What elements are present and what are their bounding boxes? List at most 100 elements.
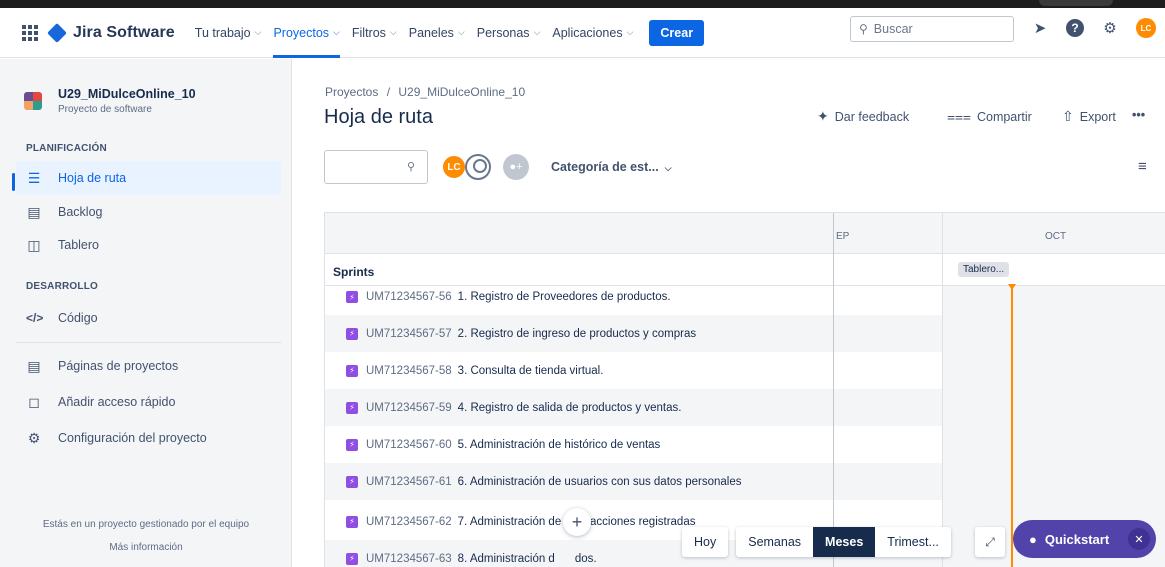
nav-aplicaciones[interactable]: Aplicaciones ⌵: [552, 8, 633, 58]
help-icon[interactable]: ?: [1066, 19, 1084, 37]
close-icon[interactable]: ✕: [1128, 528, 1150, 550]
list-item[interactable]: ⚡ UM71234567-57 2. Registro de ingreso de …: [325, 315, 1165, 352]
issue-key[interactable]: UM71234567-59: [366, 402, 452, 414]
chevron-down-icon: ⌵: [254, 27, 262, 37]
breadcrumb-projects[interactable]: Proyectos: [325, 85, 378, 99]
epic-icon: ⚡: [346, 291, 358, 303]
issue-summary: 5. Administración de histórico de ventas: [457, 438, 661, 451]
breadcrumb-project[interactable]: U29_MiDulceOnline_10: [398, 85, 525, 99]
nav-tu-trabajo[interactable]: Tu trabajo ⌵: [195, 8, 262, 58]
nav-proyectos[interactable]: Proyectos ⌵: [273, 8, 341, 58]
breadcrumb: Proyectos / U29_MiDulceOnline_10: [325, 85, 525, 99]
roadmap-search-input[interactable]: ⚲: [324, 150, 428, 184]
code-icon: </>: [26, 311, 44, 325]
filter-avatar-lc[interactable]: LC: [441, 154, 467, 180]
jira-diamond-icon: [47, 22, 67, 43]
issue-summary: 2. Registro de ingreso de productos y co…: [457, 327, 697, 340]
issue-key[interactable]: UM71234567-60: [366, 439, 452, 451]
list-item[interactable]: ⚡ UM71234567-58 3. Consulta de tienda virt…: [325, 352, 1165, 389]
section-planning: PLANIFICACIÓN: [26, 143, 107, 154]
issue-key[interactable]: UM71234567-62: [366, 516, 452, 528]
today-marker: [1011, 286, 1013, 567]
timescale-switcher: Semanas Meses Trimest...: [736, 527, 951, 557]
timescale-months[interactable]: Meses: [813, 527, 876, 557]
nav-paneles[interactable]: Paneles ⌵: [409, 8, 465, 58]
issue-key[interactable]: UM71234567-57: [366, 328, 452, 340]
sidebar-item-label: Backlog: [58, 205, 103, 219]
settings-gear-icon[interactable]: ⚙: [1100, 18, 1120, 38]
user-avatar[interactable]: LC: [1136, 18, 1156, 38]
create-button[interactable]: Crear: [649, 19, 705, 46]
chevron-down-icon: ⌵: [533, 27, 541, 37]
timescale-quarters[interactable]: Trimest...: [875, 527, 951, 557]
app-switcher-icon[interactable]: [20, 23, 40, 43]
roadmap-timeline: EP OCT Sprints Tablero... ⚡ UM71234567-56…: [324, 212, 1165, 567]
nav-label: Filtros: [351, 25, 386, 40]
chevron-down-icon: ⌵: [333, 27, 340, 37]
issue-summary: 1. Registro de Proveedores de productos.: [457, 291, 671, 303]
epic-icon: ⚡: [346, 438, 358, 451]
nav-label: Aplicaciones: [552, 25, 623, 40]
today-button[interactable]: Hoy: [682, 527, 729, 557]
quickstart-label: Quickstart: [1044, 531, 1110, 547]
export-button[interactable]: ⇧ Export: [1062, 108, 1116, 125]
issue-key[interactable]: UM71234567-61: [366, 476, 452, 488]
sidebar-item-project-settings[interactable]: ⚙ Configuración del proyecto: [16, 421, 281, 455]
list-item[interactable]: ⚡ UM71234567-60 5. Administración de histó…: [325, 426, 1165, 463]
breadcrumb-separator: /: [386, 85, 391, 99]
notifications-icon[interactable]: ➤: [1030, 18, 1050, 38]
chevron-down-icon: ⌵: [626, 27, 634, 37]
sprints-row: [325, 254, 1165, 286]
feedback-button[interactable]: ✦ Dar feedback: [817, 108, 909, 125]
sidebar-item-project-pages[interactable]: ▤ Páginas de proyectos: [16, 349, 281, 383]
share-icon: ⩶: [947, 108, 971, 124]
chevron-down-icon: ⌵: [664, 163, 672, 173]
fullscreen-icon[interactable]: ⤢: [975, 527, 1005, 557]
issue-key[interactable]: UM71234567-58: [366, 365, 452, 377]
create-issue-button[interactable]: +: [563, 508, 591, 536]
sidebar-item-add-shortcut[interactable]: ◻ Añadir acceso rápido: [16, 385, 281, 419]
list-item[interactable]: ⚡ UM71234567-61 6. Administración de usuar…: [325, 463, 1165, 500]
timeline-header: [325, 213, 1165, 254]
learn-more-link[interactable]: Más información: [0, 542, 292, 553]
issue-key[interactable]: UM71234567-63: [366, 553, 452, 565]
search-input[interactable]: ⚲ Buscar: [850, 16, 1014, 42]
section-development: DESARROLLO: [26, 281, 98, 292]
board-icon: ◫: [27, 236, 41, 253]
epic-icon: ⚡: [346, 475, 358, 488]
sprint-chip[interactable]: Tablero...: [958, 262, 1010, 277]
issue-summary-tail: dos.: [574, 552, 597, 565]
top-right-icons: ➤ ? ⚙ LC: [1030, 18, 1156, 38]
sidebar-item-roadmap[interactable]: ☰ Hoja de ruta: [16, 161, 281, 195]
issue-summary: 4. Registro de salida de productos y ven…: [457, 401, 682, 414]
status-category-filter[interactable]: Categoría de est... ⌵: [551, 160, 672, 174]
lightbulb-icon: ●: [1029, 531, 1037, 547]
month-label-sep: EP: [836, 231, 850, 242]
nav-filtros[interactable]: Filtros ⌵: [352, 8, 397, 58]
jira-logo[interactable]: Jira Software: [47, 22, 175, 43]
quickstart-button[interactable]: ● Quickstart ✕: [1013, 520, 1156, 558]
sidebar-item-board[interactable]: ◫ Tablero: [16, 228, 281, 262]
export-label: Export: [1079, 109, 1116, 124]
project-header[interactable]: U29_MiDulceOnline_10 Proyecto de softwar…: [24, 87, 196, 115]
search-icon: ⚲: [406, 161, 415, 173]
list-item[interactable]: ⚡ UM71234567-59 4. Registro de salida de p…: [325, 389, 1165, 426]
chevron-down-icon: ⌵: [457, 27, 465, 37]
team-managed-note: Estás en un proyecto gestionado por el e…: [42, 519, 250, 530]
more-actions-button[interactable]: •••: [1132, 108, 1145, 122]
timescale-weeks[interactable]: Semanas: [736, 527, 813, 557]
export-icon: ⇧: [1062, 108, 1074, 124]
nav-personas[interactable]: Personas ⌵: [477, 8, 541, 58]
sidebar-item-backlog[interactable]: ▤ Backlog: [16, 195, 281, 229]
month-divider: [942, 213, 943, 567]
filter-avatar-unassigned[interactable]: [465, 154, 491, 180]
chevron-down-icon: ⌵: [389, 27, 397, 37]
view-settings-icon[interactable]: ≡: [1138, 158, 1156, 176]
sidebar-item-code[interactable]: </> Código: [16, 301, 281, 335]
list-timeline-divider: [833, 213, 834, 567]
epic-icon: ⚡: [346, 552, 358, 565]
add-people-icon[interactable]: ●+: [503, 154, 529, 180]
timeline-controls: Hoy Semanas Meses Trimest...: [682, 527, 951, 557]
issue-key[interactable]: UM71234567-56: [366, 291, 452, 303]
share-button[interactable]: ⩶ Compartir: [947, 108, 1032, 125]
